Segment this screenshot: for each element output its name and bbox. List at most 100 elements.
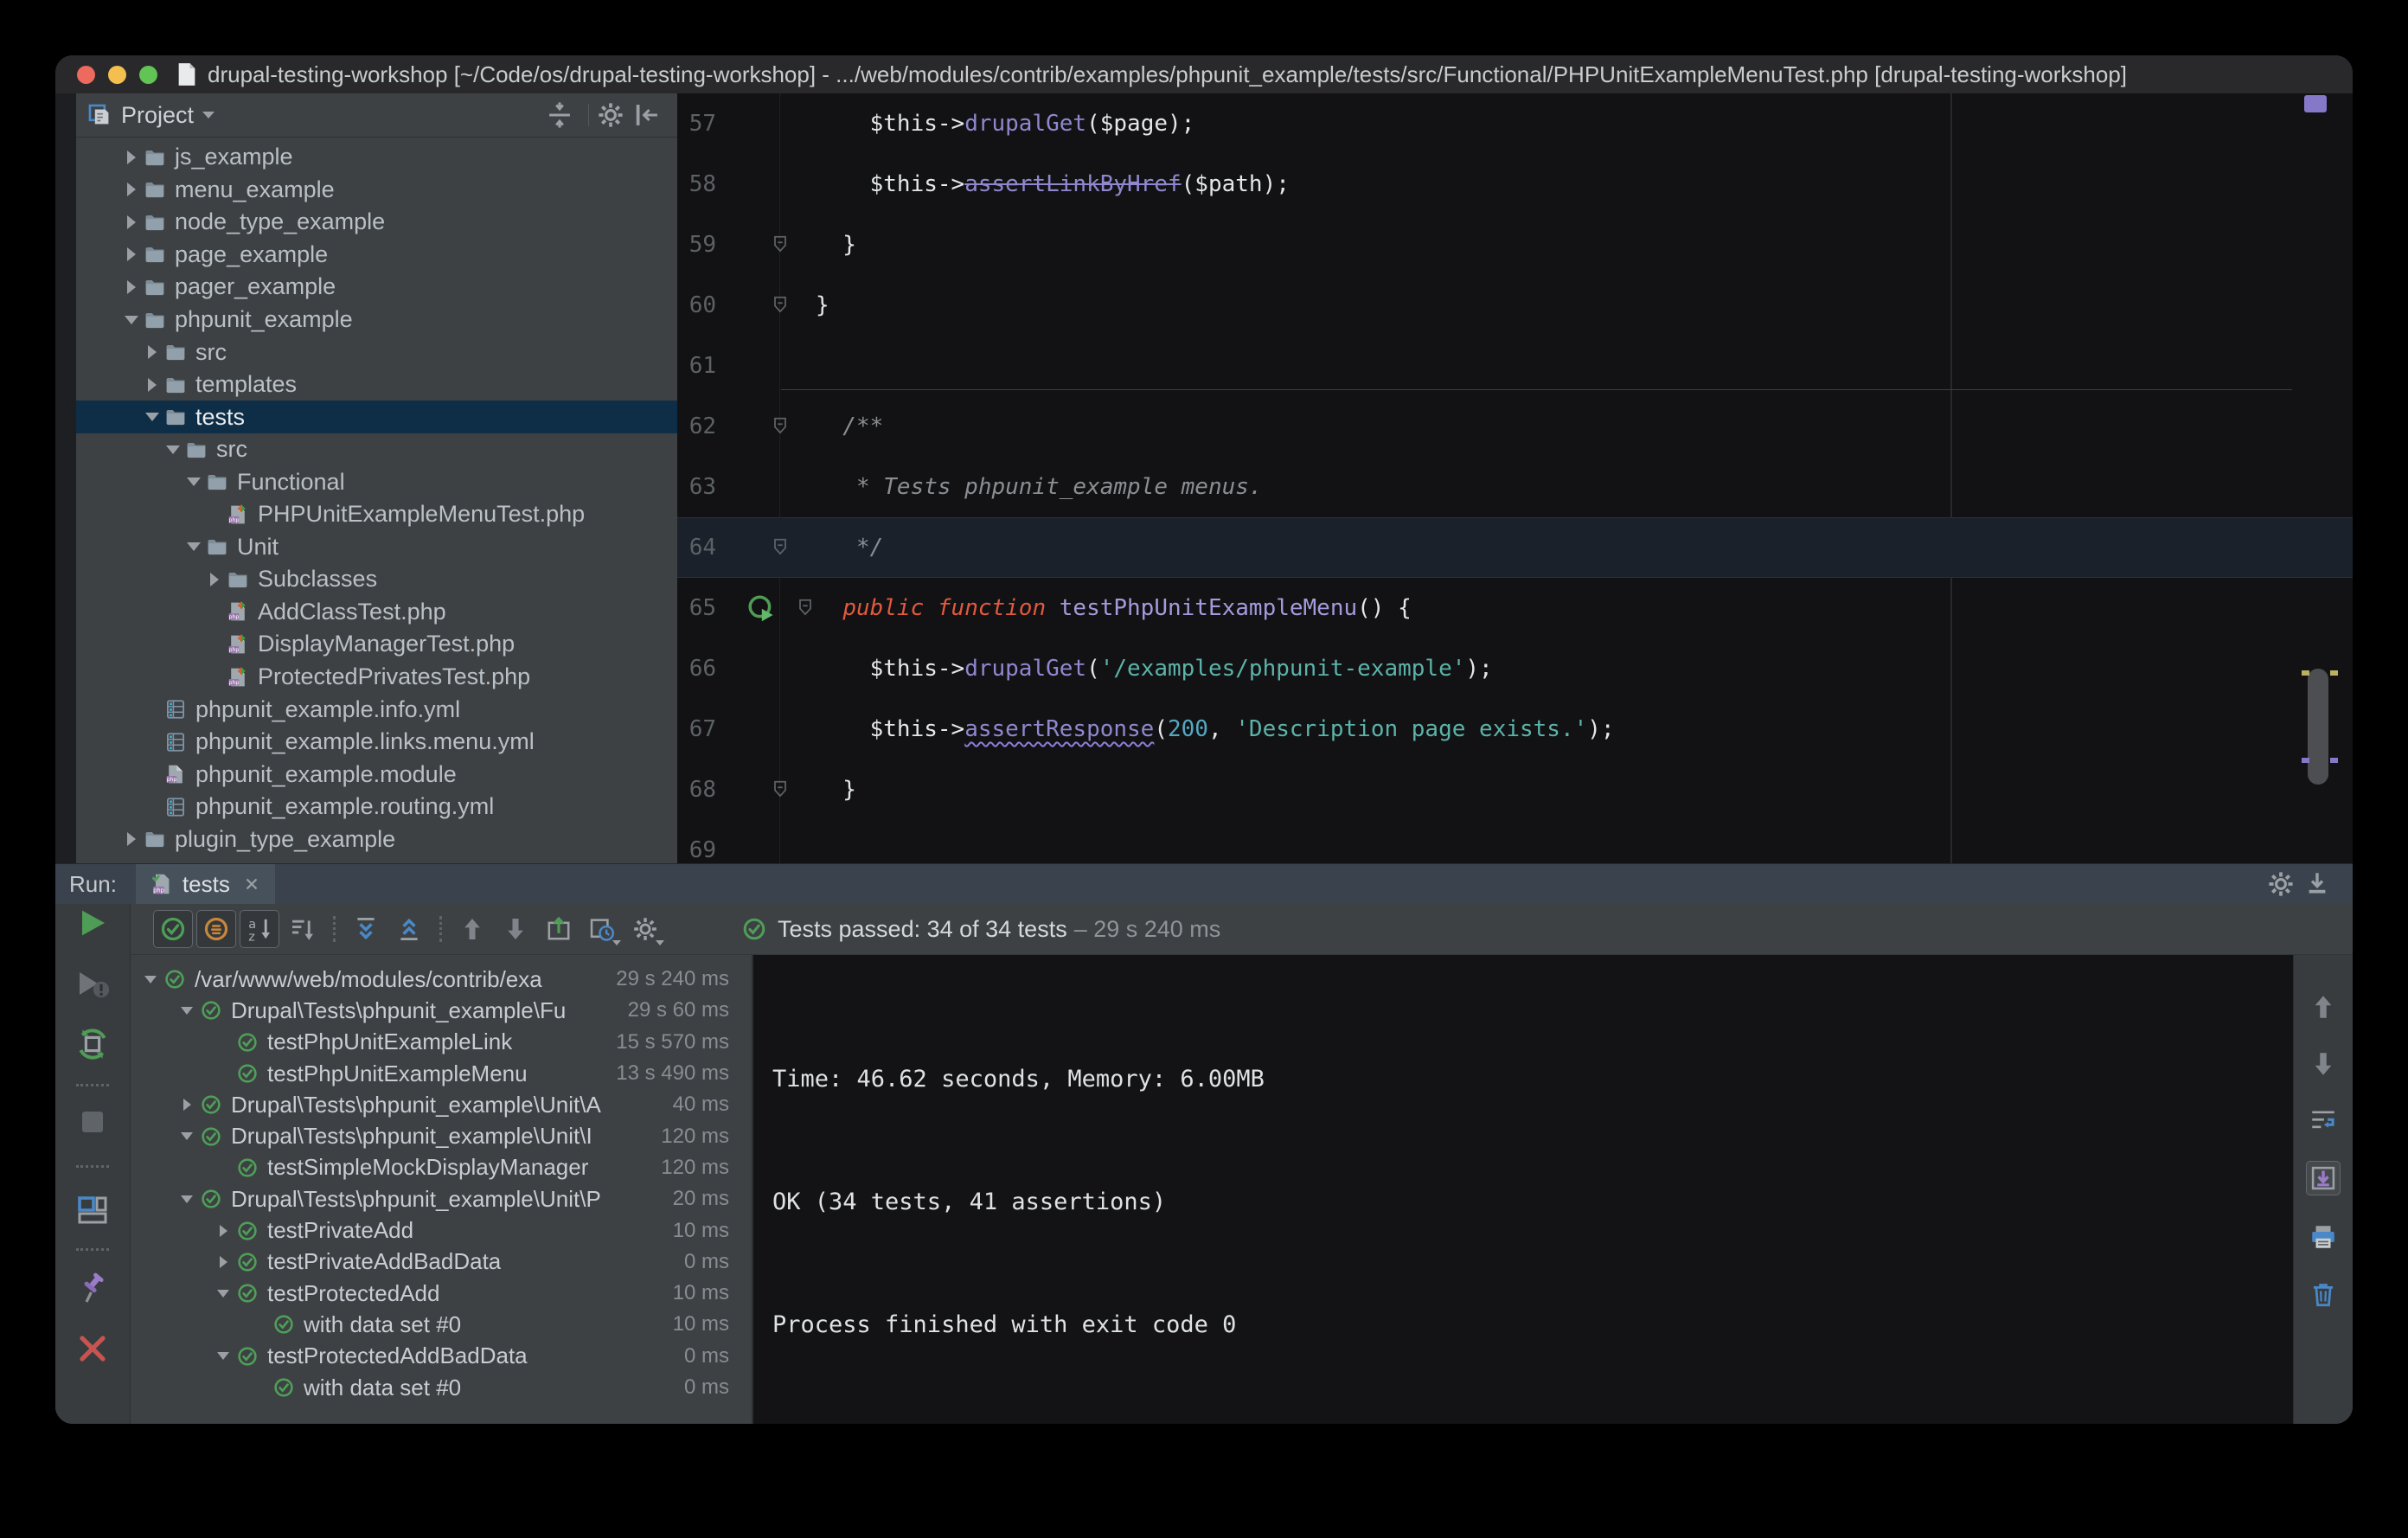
- expand-arrow-icon[interactable]: [142, 375, 163, 395]
- code-line-65[interactable]: 65 public function testPhpUnitExampleMen…: [677, 578, 2353, 638]
- pin-tab-button[interactable]: [75, 1271, 110, 1305]
- tree-item-page_example[interactable]: page_example: [76, 239, 677, 272]
- tree-item-phpunit_example[interactable]: phpunit_example: [76, 304, 677, 336]
- rerun-failed-tests-button[interactable]: [75, 966, 110, 1001]
- tree-item-phpunit_example.module[interactable]: php phpunit_example.module: [76, 758, 677, 791]
- soft-wrap-toggle[interactable]: [2306, 1104, 2341, 1138]
- tree-item-Unit[interactable]: Unit: [76, 531, 677, 564]
- collapse-arrow-icon[interactable]: [176, 1006, 198, 1015]
- close-window-button[interactable]: [77, 65, 95, 84]
- test-row-Drupal-Tests-phpunit-example-Unit-A[interactable]: Drupal\Tests\phpunit_example\Unit\A 40 ms: [131, 1089, 752, 1120]
- scroll-to-end-toggle[interactable]: [2306, 1161, 2341, 1195]
- test-row-testSimpleMockDisplayManager[interactable]: testSimpleMockDisplayManager 120 ms: [131, 1152, 752, 1183]
- scroll-up-button[interactable]: [2306, 990, 2341, 1024]
- previous-occurrence-button[interactable]: [452, 910, 492, 948]
- stripe-mark-yellow[interactable]: [2330, 670, 2338, 676]
- code-line-66[interactable]: 66 $this->drupalGet('/examples/phpunit-e…: [677, 638, 2353, 699]
- code-line-57[interactable]: 57 $this->drupalGet($page);: [677, 93, 2353, 154]
- expand-arrow-icon[interactable]: [212, 1224, 234, 1237]
- stripe-mark-yellow[interactable]: [2302, 670, 2309, 676]
- fold-marker-icon[interactable]: [771, 295, 790, 316]
- collapse-arrow-icon[interactable]: [139, 975, 162, 984]
- tree-item-plugin_type_example[interactable]: plugin_type_example: [76, 823, 677, 856]
- fold-marker-icon[interactable]: [771, 779, 790, 800]
- fold-marker-icon[interactable]: [771, 537, 790, 558]
- close-button[interactable]: [75, 1331, 110, 1366]
- sort-by-duration-button[interactable]: [283, 910, 323, 948]
- test-row-testProtectedAddBadData[interactable]: testProtectedAddBadData 0 ms: [131, 1341, 752, 1372]
- tree-item-AddClassTest.php[interactable]: php AddClassTest.php: [76, 596, 677, 629]
- expand-arrow-icon[interactable]: [121, 212, 142, 233]
- tree-item-DisplayManagerTest.php[interactable]: php DisplayManagerTest.php: [76, 628, 677, 661]
- collapse-arrow-icon[interactable]: [212, 1352, 234, 1361]
- warning-stripe-mark[interactable]: [2304, 95, 2327, 112]
- tree-item-Functional[interactable]: Functional: [76, 465, 677, 498]
- test-row-testProtectedAdd[interactable]: testProtectedAdd 10 ms: [131, 1278, 752, 1309]
- tree-item-phpunit_example.routing.yml[interactable]: phpunit_example.routing.yml: [76, 791, 677, 823]
- import-test-results-button[interactable]: [539, 910, 579, 948]
- tree-item-menu_example[interactable]: menu_example: [76, 174, 677, 207]
- test-row-testPhpUnitExampleLink[interactable]: testPhpUnitExampleLink 15 s 570 ms: [131, 1027, 752, 1058]
- clear-all-button[interactable]: [2306, 1277, 2341, 1311]
- code-line-69[interactable]: 69: [677, 820, 2353, 863]
- collapse-arrow-icon[interactable]: [183, 471, 204, 492]
- code-line-64[interactable]: 64 */: [677, 517, 2353, 578]
- tree-item-Subclasses[interactable]: Subclasses: [76, 563, 677, 596]
- stripe-mark-purple[interactable]: [2302, 758, 2309, 763]
- close-tab-icon[interactable]: [242, 875, 261, 894]
- expand-arrow-icon[interactable]: [121, 179, 142, 200]
- tree-item-tests[interactable]: tests: [76, 401, 677, 433]
- show-passed-toggle[interactable]: [153, 910, 193, 948]
- test-history-button[interactable]: [582, 910, 622, 948]
- tree-item-phpunit_example.info.yml[interactable]: phpunit_example.info.yml: [76, 693, 677, 726]
- test-row-Drupal-Tests-phpunit-example-Unit-I[interactable]: Drupal\Tests\phpunit_example\Unit\I 120 m…: [131, 1120, 752, 1151]
- rerun-button[interactable]: [75, 906, 110, 940]
- expand-arrow-icon[interactable]: [204, 569, 225, 590]
- expand-arrow-icon[interactable]: [142, 342, 163, 362]
- run-settings-button[interactable]: [2266, 869, 2296, 899]
- collapse-all-button[interactable]: [389, 910, 429, 948]
- run-test-icon[interactable]: [747, 594, 775, 622]
- hide-toolwindow-button[interactable]: [2302, 869, 2332, 899]
- fold-marker-icon[interactable]: [796, 598, 815, 618]
- chevron-down-icon[interactable]: [202, 112, 215, 119]
- code-line-59[interactable]: 59 }: [677, 215, 2353, 275]
- expand-arrow-icon[interactable]: [121, 829, 142, 849]
- code-line-62[interactable]: 62 /**: [677, 396, 2353, 457]
- code-line-61[interactable]: 61: [677, 336, 2353, 396]
- tree-item-src[interactable]: src: [76, 433, 677, 466]
- fold-marker-icon[interactable]: [771, 416, 790, 437]
- settings-button[interactable]: [596, 100, 625, 130]
- collapse-arrow-icon[interactable]: [176, 1195, 198, 1203]
- tree-item-pager_example[interactable]: pager_example: [76, 271, 677, 304]
- test-row-testPrivateAddBadData[interactable]: testPrivateAddBadData 0 ms: [131, 1246, 752, 1278]
- test-row-Drupal-Tests-phpunit-example-Unit-P[interactable]: Drupal\Tests\phpunit_example\Unit\P 20 ms: [131, 1183, 752, 1214]
- test-row-with-data-set-#0[interactable]: with data set #0 0 ms: [131, 1372, 752, 1403]
- tree-item-js_example[interactable]: js_example: [76, 141, 677, 174]
- expand-arrow-icon[interactable]: [121, 244, 142, 265]
- toggle-auto-test-button[interactable]: [75, 1027, 110, 1061]
- test-row-with-data-set-#0[interactable]: with data set #0 10 ms: [131, 1309, 752, 1340]
- titlebar[interactable]: drupal-testing-workshop [~/Code/os/drupa…: [55, 55, 2353, 95]
- editor[interactable]: 57 $this->drupalGet($page); 58 $this->ass…: [677, 93, 2353, 863]
- code-line-63[interactable]: 63 * Tests phpunit_example menus.: [677, 457, 2353, 517]
- collapse-arrow-icon[interactable]: [142, 407, 163, 427]
- tree-item-templates[interactable]: templates: [76, 368, 677, 401]
- code-line-67[interactable]: 67 $this->assertResponse(200, 'Descripti…: [677, 699, 2353, 759]
- stop-button[interactable]: [75, 1105, 110, 1139]
- collapse-arrow-icon[interactable]: [212, 1289, 234, 1298]
- sort-alphabetically-toggle[interactable]: az: [240, 910, 279, 948]
- test-row-testPhpUnitExampleMenu[interactable]: testPhpUnitExampleMenu 13 s 490 ms: [131, 1058, 752, 1089]
- console-output[interactable]: Time: 46.62 seconds, Memory: 6.00MB OK (3…: [752, 955, 2293, 1424]
- layout-settings-button[interactable]: [75, 1193, 110, 1227]
- tree-item-node_type_example[interactable]: node_type_example: [76, 206, 677, 239]
- code-line-60[interactable]: 60}: [677, 275, 2353, 336]
- stripe-mark-purple[interactable]: [2330, 758, 2338, 763]
- options-button[interactable]: [625, 910, 665, 948]
- expand-arrow-icon[interactable]: [212, 1255, 234, 1268]
- expand-arrow-icon[interactable]: [176, 1099, 198, 1112]
- code-line-68[interactable]: 68 }: [677, 759, 2353, 820]
- code-line-58[interactable]: 58 $this->assertLinkByHref($path);: [677, 154, 2353, 215]
- collapse-arrow-icon[interactable]: [176, 1132, 198, 1141]
- test-row--var-www-web-modules-contrib-exa[interactable]: /var/www/web/modules/contrib/exa 29 s 240…: [131, 964, 752, 995]
